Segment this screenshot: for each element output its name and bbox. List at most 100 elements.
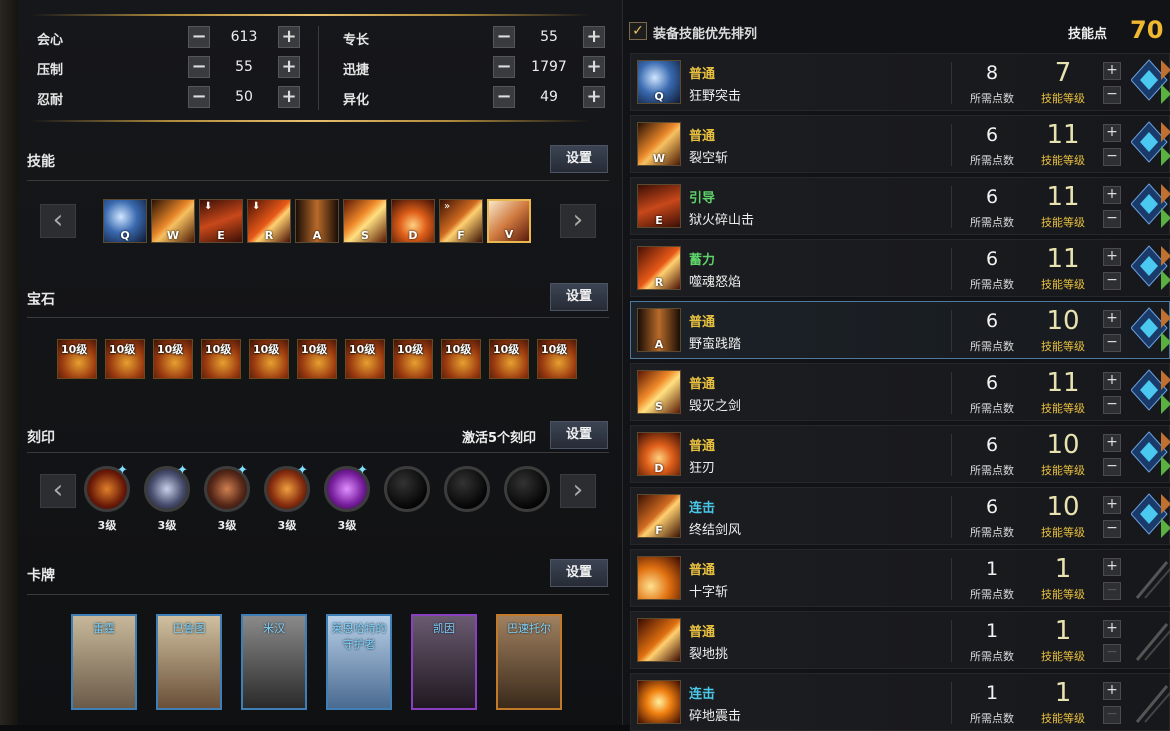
- skill-level-up-button[interactable]: +: [1103, 620, 1121, 638]
- stat-value[interactable]: 50: [210, 86, 278, 108]
- skill-slot-e[interactable]: ⬇ E: [199, 199, 243, 243]
- skill-row[interactable]: 普通 裂地挑 1 所需点数 1 技能等级 + −: [630, 611, 1170, 669]
- engraving-slot[interactable]: [444, 466, 490, 512]
- skill-level-up-button[interactable]: +: [1103, 186, 1121, 204]
- skill-row[interactable]: D 普通 狂刃 6 所需点数 10 技能等级 + −: [630, 425, 1170, 483]
- gem-slot[interactable]: 10级: [489, 339, 529, 379]
- increment-button[interactable]: +: [278, 56, 300, 78]
- card-slot[interactable]: 巴鲁图: [156, 614, 222, 710]
- engraving-next-button[interactable]: ›: [560, 474, 596, 508]
- skill-level-down-button[interactable]: −: [1103, 582, 1121, 600]
- cards-settings-button[interactable]: 设置: [550, 559, 608, 587]
- gem-slot[interactable]: 10级: [345, 339, 385, 379]
- skill-row[interactable]: 连击 碎地震击 1 所需点数 1 技能等级 + −: [630, 673, 1170, 731]
- skill-slot-s[interactable]: S: [343, 199, 387, 243]
- skill-level-up-button[interactable]: +: [1103, 558, 1121, 576]
- skill-level-up-button[interactable]: +: [1103, 496, 1121, 514]
- skill-level-down-button[interactable]: −: [1103, 706, 1121, 724]
- skill-row[interactable]: Q 普通 狂野突击 8 所需点数 7 技能等级 + −: [630, 53, 1170, 111]
- skills-prev-button[interactable]: ‹: [40, 204, 76, 238]
- skill-slot-d[interactable]: D: [391, 199, 435, 243]
- gem-slot[interactable]: 10级: [57, 339, 97, 379]
- stat-value[interactable]: 1797: [515, 56, 583, 78]
- skill-level-up-button[interactable]: +: [1103, 434, 1121, 452]
- skill-level-down-button[interactable]: −: [1103, 520, 1121, 538]
- increment-button[interactable]: +: [583, 26, 605, 48]
- gem-slot[interactable]: 10级: [297, 339, 337, 379]
- gem-slot[interactable]: 10级: [393, 339, 433, 379]
- engraving-settings-button[interactable]: 设置: [550, 421, 608, 449]
- skill-level-down-button[interactable]: −: [1103, 148, 1121, 166]
- decrement-button[interactable]: −: [188, 56, 210, 78]
- gem-slot[interactable]: 10级: [537, 339, 577, 379]
- gem-slot[interactable]: 10级: [153, 339, 193, 379]
- skill-level-up-button[interactable]: +: [1103, 372, 1121, 390]
- gem-slot[interactable]: 10级: [441, 339, 481, 379]
- increment-button[interactable]: +: [583, 56, 605, 78]
- increment-button[interactable]: +: [278, 26, 300, 48]
- stat-value[interactable]: 613: [210, 26, 278, 48]
- card-slot[interactable]: 莱恩哈特的守护者: [326, 614, 392, 710]
- card-slot[interactable]: 雷霆: [71, 614, 137, 710]
- skills-settings-button[interactable]: 设置: [550, 145, 608, 173]
- skill-level-down-button[interactable]: −: [1103, 334, 1121, 352]
- tripod-icon[interactable]: [1131, 120, 1170, 170]
- skill-row[interactable]: R 蓄力 噬魂怒焰 6 所需点数 11 技能等级 + −: [630, 239, 1170, 297]
- tripod-icon[interactable]: [1131, 554, 1170, 604]
- skill-slot-w[interactable]: W: [151, 199, 195, 243]
- card-slot[interactable]: 凯因: [411, 614, 477, 710]
- card-slot[interactable]: 巴速托尔: [496, 614, 562, 710]
- stat-value[interactable]: 55: [210, 56, 278, 78]
- skill-row[interactable]: S 普通 毁灭之剑 6 所需点数 11 技能等级 + −: [630, 363, 1170, 421]
- skill-level-up-button[interactable]: +: [1103, 248, 1121, 266]
- tripod-icon[interactable]: [1131, 492, 1170, 542]
- decrement-button[interactable]: −: [493, 26, 515, 48]
- skill-level-up-button[interactable]: +: [1103, 682, 1121, 700]
- skill-row[interactable]: A 普通 野蛮践踏 6 所需点数 10 技能等级 + −: [630, 301, 1170, 359]
- prioritize-checkbox[interactable]: ✓: [629, 22, 647, 40]
- tripod-icon[interactable]: [1131, 306, 1170, 356]
- skill-slot-q[interactable]: Q: [103, 199, 147, 243]
- tripod-icon[interactable]: [1131, 616, 1170, 666]
- tripod-icon[interactable]: [1131, 430, 1170, 480]
- decrement-button[interactable]: −: [188, 26, 210, 48]
- skill-slot-v[interactable]: V: [487, 199, 531, 243]
- skills-next-button[interactable]: ›: [560, 204, 596, 238]
- stat-value[interactable]: 49: [515, 86, 583, 108]
- skill-level-down-button[interactable]: −: [1103, 644, 1121, 662]
- engraving-prev-button[interactable]: ‹: [40, 474, 76, 508]
- skill-level-down-button[interactable]: −: [1103, 272, 1121, 290]
- skill-level-down-button[interactable]: −: [1103, 458, 1121, 476]
- skill-slot-f[interactable]: » F: [439, 199, 483, 243]
- skill-level-down-button[interactable]: −: [1103, 396, 1121, 414]
- skill-row[interactable]: F 连击 终结剑风 6 所需点数 10 技能等级 + −: [630, 487, 1170, 545]
- skill-level-up-button[interactable]: +: [1103, 310, 1121, 328]
- tripod-icon[interactable]: [1131, 244, 1170, 294]
- gem-slot[interactable]: 10级: [201, 339, 241, 379]
- stat-value[interactable]: 55: [515, 26, 583, 48]
- engraving-slot[interactable]: [504, 466, 550, 512]
- gems-settings-button[interactable]: 设置: [550, 283, 608, 311]
- gem-slot[interactable]: 10级: [249, 339, 289, 379]
- increment-button[interactable]: +: [278, 86, 300, 108]
- engraving-slot[interactable]: [384, 466, 430, 512]
- gem-slot[interactable]: 10级: [105, 339, 145, 379]
- decrement-button[interactable]: −: [493, 86, 515, 108]
- skill-slot-r[interactable]: ⬇ R: [247, 199, 291, 243]
- skill-level-down-button[interactable]: −: [1103, 86, 1121, 104]
- tripod-icon[interactable]: [1131, 368, 1170, 418]
- skill-row[interactable]: E 引导 狱火碎山击 6 所需点数 11 技能等级 + −: [630, 177, 1170, 235]
- card-slot[interactable]: 米汉: [241, 614, 307, 710]
- skill-slot-a[interactable]: A: [295, 199, 339, 243]
- skill-row[interactable]: W 普通 裂空斩 6 所需点数 11 技能等级 + −: [630, 115, 1170, 173]
- skill-level-up-button[interactable]: +: [1103, 124, 1121, 142]
- increment-button[interactable]: +: [583, 86, 605, 108]
- skill-row[interactable]: 普通 十字斩 1 所需点数 1 技能等级 + −: [630, 549, 1170, 607]
- decrement-button[interactable]: −: [188, 86, 210, 108]
- decrement-button[interactable]: −: [493, 56, 515, 78]
- skill-level-up-button[interactable]: +: [1103, 62, 1121, 80]
- tripod-icon[interactable]: [1131, 182, 1170, 232]
- tripod-icon[interactable]: [1131, 58, 1170, 108]
- skill-level-down-button[interactable]: −: [1103, 210, 1121, 228]
- tripod-icon[interactable]: [1131, 678, 1170, 728]
